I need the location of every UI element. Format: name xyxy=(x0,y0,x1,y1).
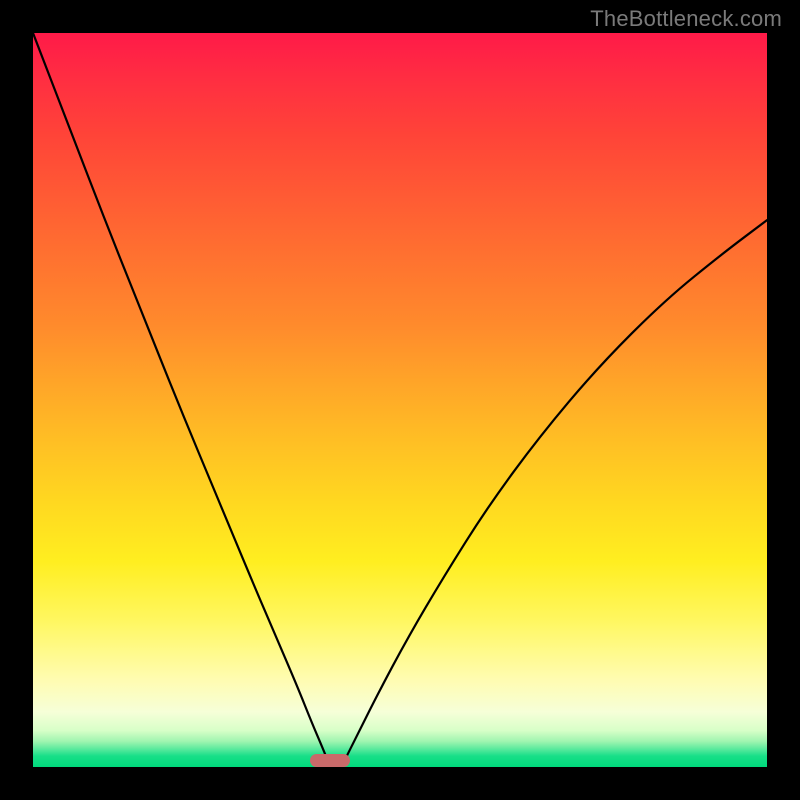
curve-layer xyxy=(33,33,767,767)
watermark-text: TheBottleneck.com xyxy=(590,6,782,32)
plot-area xyxy=(33,33,767,767)
left-curve xyxy=(33,33,330,767)
chart-frame: TheBottleneck.com xyxy=(0,0,800,800)
right-curve xyxy=(341,220,767,767)
bottleneck-marker xyxy=(310,754,350,767)
